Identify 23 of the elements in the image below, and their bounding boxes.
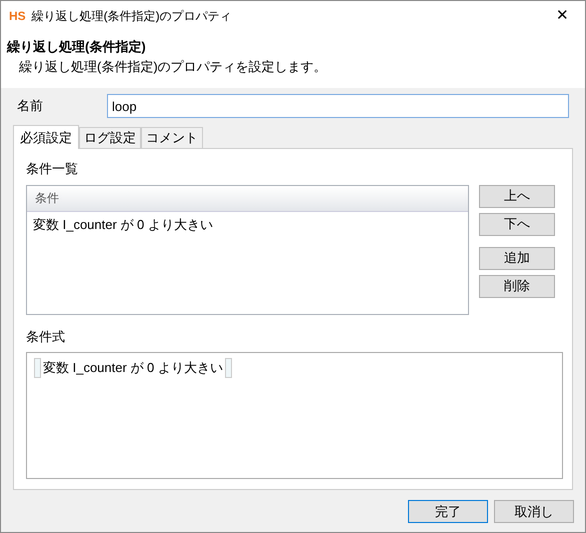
close-button[interactable]: ✕ [548,4,577,28]
header-title: 繰り返し処理(条件指定) [7,38,147,56]
window-title: 繰り返し処理(条件指定)のプロパティ [32,8,233,25]
tab[interactable]: ログ設定 [79,127,141,148]
side-button[interactable]: 上へ [479,184,555,208]
tab[interactable]: コメント [141,127,203,148]
name-label: 名前 [17,97,44,116]
expression-token: 変数 I_counter が 0 より大きい [42,359,224,378]
expression-field[interactable]: 変数 I_counter が 0 より大きい [26,352,563,479]
token-marker-icon [34,358,41,378]
dialog-button[interactable]: 完了 [408,500,488,523]
app-logo: HS [9,8,26,25]
section-label: 条件式 [26,328,66,346]
header-description: 繰り返し処理(条件指定)のプロパティを設定します。 [19,58,328,76]
dialog-button[interactable]: 取消し [494,500,574,523]
list-row[interactable]: 変数 I_counter が 0 より大きい [27,212,468,238]
side-button[interactable]: 削除 [479,274,555,298]
side-button[interactable]: 追加 [479,246,555,270]
section-label: 条件一覧 [26,160,79,178]
token-marker-icon [224,358,232,378]
side-button[interactable]: 下へ [479,212,555,236]
name-field[interactable]: loop [107,94,569,118]
tab[interactable]: 必須設定 [13,125,79,149]
